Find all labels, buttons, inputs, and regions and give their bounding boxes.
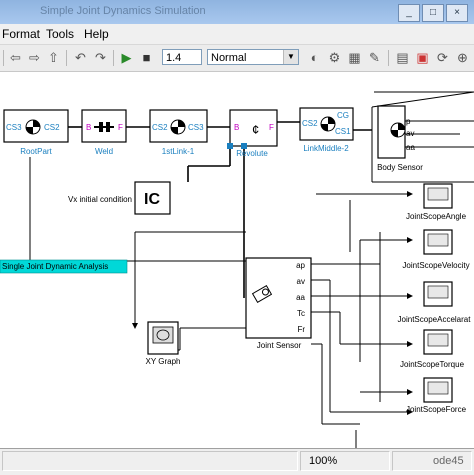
linkmiddle-block[interactable]: CS2 CG CS1 LinkMiddle-2 [299, 107, 354, 153]
weld-block[interactable]: B F Weld [81, 109, 127, 156]
up-icon[interactable]: ⇧ [45, 49, 62, 66]
sim-mode-select[interactable]: Normal ▼ [207, 49, 299, 65]
undo-icon[interactable]: ↶ [72, 49, 89, 66]
link1-port-right: CS3 [188, 123, 204, 132]
ic-label: Vx initial condition [68, 195, 132, 204]
joint-sensor-port-ap: ap [296, 261, 305, 270]
zoom-icon[interactable]: ⊕ [454, 49, 471, 66]
scope-acceleration-label: JointScopeAccelarat [398, 315, 472, 324]
revolute-joint-icon: ¢ [252, 122, 259, 137]
link1-label: 1stLink-1 [162, 147, 195, 156]
link1-port-left: CS2 [152, 123, 168, 132]
revolute-port-b: B [234, 123, 239, 132]
ic-text: IC [144, 191, 160, 208]
weld-port-b: B [86, 123, 91, 132]
debug-icon[interactable]: ⚙ [326, 49, 343, 66]
build-icon[interactable]: ▣ [414, 49, 431, 66]
linkmiddle-port-cg: CG [337, 111, 349, 120]
joint-sensor-port-aa: aa [296, 293, 305, 302]
model-canvas[interactable]: CS3 CS2 RootPart B F Weld CS2 CS3 1stLin… [0, 72, 474, 448]
body-sensor-label: Body Sensor [377, 163, 423, 172]
sim-mode-value: Normal [211, 52, 247, 64]
scope-acceleration[interactable]: JointScopeAccelarat [398, 281, 472, 324]
back-icon[interactable]: ⇦ [7, 49, 24, 66]
rootpart-label: RootPart [20, 147, 52, 156]
model-explorer-icon[interactable]: ◐ [306, 49, 323, 66]
weld-label: Weld [95, 147, 113, 156]
link1-block[interactable]: CS2 CS3 1stLink-1 [149, 109, 208, 156]
redo-icon[interactable]: ↷ [92, 49, 109, 66]
scope-torque-label: JointScopeTorque [400, 360, 465, 369]
close-button[interactable]: × [446, 4, 468, 22]
property-inspector-icon[interactable]: ✎ [366, 49, 383, 66]
window-title: Simple Joint Dynamics Simulation [40, 5, 206, 17]
zoom-level: 100% [300, 451, 390, 471]
scope-torque[interactable]: JointScopeTorque [400, 329, 465, 369]
xy-graph-label: XY Graph [146, 357, 181, 366]
analysis-label: Single Joint Dynamic Analysis [2, 262, 108, 271]
scope-force-label: JointScopeForce [406, 405, 467, 414]
scope-angle-label: JointScopeAngle [406, 212, 467, 221]
ic-block[interactable]: IC Vx initial condition [68, 181, 171, 215]
linkmiddle-label: LinkMiddle-2 [303, 144, 349, 153]
xy-graph-block[interactable]: XY Graph [146, 321, 181, 366]
menu-format[interactable]: Format [2, 27, 40, 41]
linkmiddle-port-cs1: CS1 [335, 127, 351, 136]
diagnostics-icon[interactable]: ▤ [394, 49, 411, 66]
weld-port-f: F [118, 123, 123, 132]
joint-sensor-block[interactable]: ap av aa Tc Fr Joint Sensor [245, 257, 312, 350]
status-message-cell [2, 451, 298, 471]
rootpart-port-left: CS3 [6, 123, 22, 132]
joint-sensor-port-av: av [297, 277, 305, 286]
menu-tools[interactable]: Tools [46, 27, 74, 41]
sim-time-field[interactable]: 1.4 [162, 49, 202, 65]
analysis-annotation[interactable]: Single Joint Dynamic Analysis [0, 259, 128, 274]
body-sensor-port-av: av [406, 129, 414, 138]
start-simulation-icon[interactable]: ▶ [118, 49, 135, 66]
scope-angle[interactable]: JointScopeAngle [406, 183, 467, 221]
rootpart-block[interactable]: CS3 CS2 RootPart [3, 109, 69, 156]
solver-name: ode45 [392, 451, 472, 471]
body-sensor-block[interactable]: p av aa Body Sensor [377, 105, 423, 172]
forward-icon[interactable]: ⇨ [26, 49, 43, 66]
stop-simulation-icon[interactable]: ■ [138, 49, 155, 66]
menu-bar: Format Tools Help [0, 24, 474, 45]
scope-velocity-label: JointScopeVelocity [402, 261, 469, 270]
body-sensor-port-aa: aa [406, 143, 415, 152]
menu-help[interactable]: Help [84, 27, 109, 41]
toolbar: ⇦ ⇨ ⇧ ↶ ↷ ▶ ■ 1.4 Normal ▼ ◐ ⚙ ▦ ✎ ▤ ▣ ⟳… [0, 45, 474, 72]
scope-velocity[interactable]: JointScopeVelocity [402, 229, 470, 270]
body-sensor-port-p: p [406, 117, 411, 126]
linkmiddle-port-cs2: CS2 [302, 119, 318, 128]
chevron-down-icon: ▼ [283, 50, 298, 64]
update-diagram-icon[interactable]: ⟳ [434, 49, 451, 66]
revolute-port-f: F [269, 123, 274, 132]
joint-sensor-port-tc: Tc [297, 309, 305, 318]
minimize-button[interactable]: _ [398, 4, 420, 22]
revolute-block[interactable]: B ¢ F Revolute [227, 109, 278, 158]
maximize-button[interactable]: □ [422, 4, 444, 22]
joint-sensor-label: Joint Sensor [257, 341, 302, 350]
block-diagram: CS3 CS2 RootPart B F Weld CS2 CS3 1stLin… [0, 91, 474, 448]
scope-force[interactable]: JointScopeForce [406, 377, 467, 414]
rootpart-port-right: CS2 [44, 123, 60, 132]
status-bar: 100% ode45 [0, 448, 474, 475]
library-browser-icon[interactable]: ▦ [346, 49, 363, 66]
revolute-label: Revolute [236, 149, 268, 158]
title-bar: Simple Joint Dynamics Simulation _ □ × [0, 0, 474, 24]
joint-sensor-port-fr: Fr [297, 325, 305, 334]
